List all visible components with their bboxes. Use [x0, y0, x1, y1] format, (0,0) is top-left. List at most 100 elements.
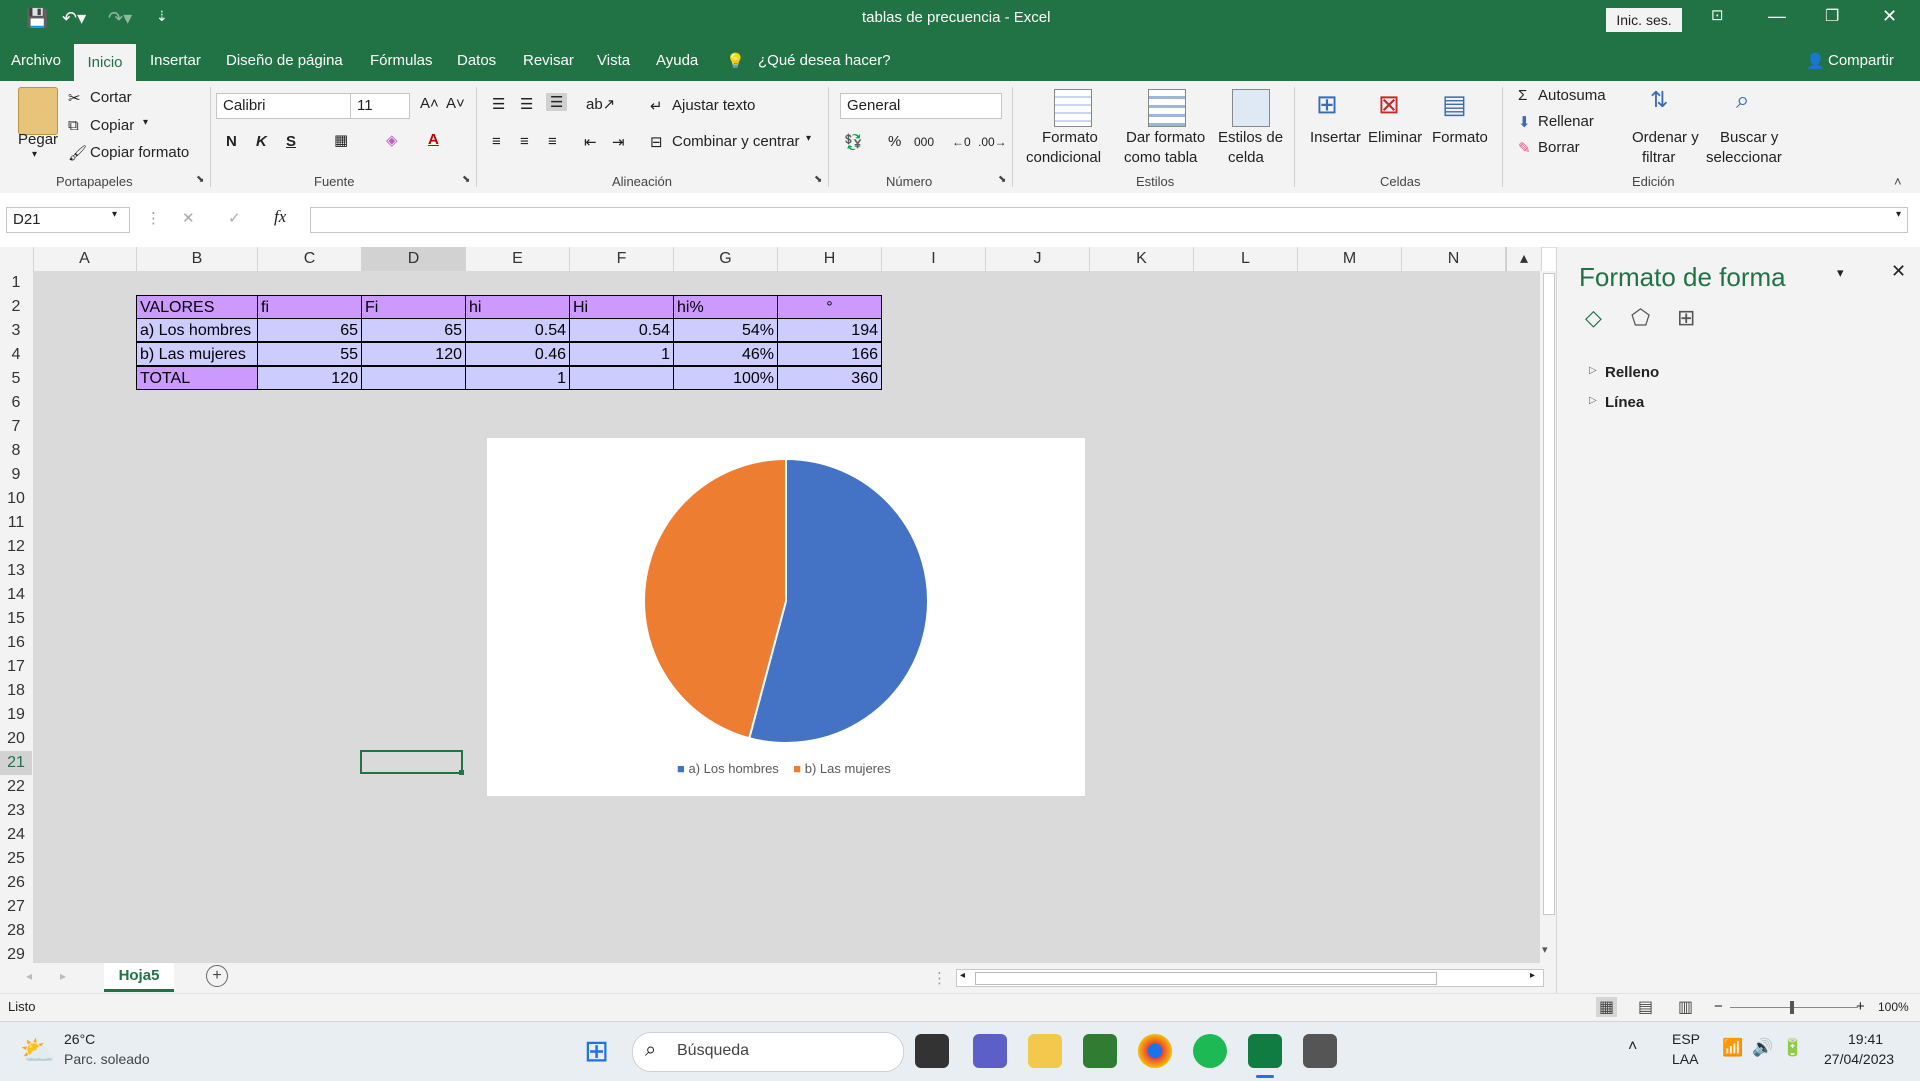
- wrap-text-icon[interactable]: ↵: [650, 97, 663, 115]
- copy-button[interactable]: Copiar: [90, 117, 134, 134]
- format-as-table-label-2[interactable]: como tabla: [1124, 149, 1197, 166]
- tray-overflow-icon[interactable]: ˄: [1628, 1038, 1637, 1056]
- select-all-corner[interactable]: [0, 247, 34, 271]
- font-name-select[interactable]: Calibri: [216, 93, 352, 119]
- cell-styles-icon[interactable]: [1232, 89, 1270, 127]
- close-button[interactable]: ✕: [1882, 6, 1897, 27]
- save-icon[interactable]: 💾: [26, 8, 48, 29]
- conditional-format-label-2[interactable]: condicional: [1026, 149, 1101, 166]
- taskbar-search[interactable]: ⌕ Búsqueda: [632, 1032, 904, 1072]
- column-header-l[interactable]: L: [1194, 247, 1298, 271]
- expand-formula-bar-icon[interactable]: ▾: [1896, 209, 1901, 220]
- sheet-next-icon[interactable]: ▸: [60, 969, 66, 983]
- copy-dropdown-icon[interactable]: ▾: [143, 117, 148, 128]
- volume-icon[interactable]: 🔊: [1752, 1038, 1773, 1058]
- redo-icon[interactable]: ↷▾: [108, 8, 132, 29]
- zoom-slider-track[interactable]: [1730, 1007, 1858, 1008]
- page-break-icon[interactable]: ▥: [1678, 997, 1693, 1017]
- row-header-4[interactable]: 4: [0, 343, 32, 367]
- paste-dropdown-icon[interactable]: ▾: [32, 149, 37, 160]
- font-size-select[interactable]: 11: [350, 93, 410, 119]
- find-select-label-2[interactable]: seleccionar: [1706, 149, 1782, 166]
- align-left-icon[interactable]: ≡: [492, 133, 501, 150]
- expand-line-icon[interactable]: ▷: [1589, 395, 1597, 406]
- delete-cells-icon[interactable]: ⊠: [1378, 89, 1400, 120]
- vertical-scrollbar[interactable]: ▾: [1540, 271, 1556, 963]
- align-bottom-icon[interactable]: ☰: [546, 93, 568, 111]
- clock-date[interactable]: 27/04/2023: [1824, 1051, 1894, 1067]
- insert-function-icon[interactable]: fx: [274, 207, 286, 227]
- cell-styles-label[interactable]: Estilos de: [1218, 129, 1283, 146]
- format-cells-button[interactable]: Formato: [1432, 129, 1488, 146]
- comma-style-button[interactable]: 000: [914, 135, 934, 149]
- chart-legend[interactable]: ■ a) Los hombres ■ b) Las mujeres: [677, 761, 891, 776]
- row-header-12[interactable]: 12: [0, 535, 32, 559]
- excel-taskbar-icon[interactable]: [1248, 1034, 1282, 1068]
- teams-chat-icon[interactable]: [973, 1034, 1007, 1068]
- merge-dropdown-icon[interactable]: ▾: [806, 133, 811, 144]
- delete-cells-button[interactable]: Eliminar: [1368, 129, 1422, 146]
- calculator-icon[interactable]: [1303, 1034, 1337, 1068]
- find-select-icon[interactable]: ⌕: [1736, 87, 1749, 115]
- name-box-dropdown-icon[interactable]: ▾: [112, 209, 117, 220]
- tab-archivo[interactable]: Archivo: [11, 52, 61, 69]
- orientation-icon[interactable]: ab↗: [586, 95, 615, 113]
- column-header-c[interactable]: C: [258, 247, 362, 271]
- increase-indent-icon[interactable]: ⇥: [612, 133, 625, 151]
- wrap-text-button[interactable]: Ajustar texto: [672, 97, 755, 114]
- row-header-22[interactable]: 22: [0, 775, 32, 799]
- restore-button[interactable]: ❐: [1825, 6, 1839, 26]
- confirm-entry-icon[interactable]: ✓: [228, 209, 241, 227]
- fill-section[interactable]: Relleno: [1605, 364, 1659, 381]
- row-header-5[interactable]: 5: [0, 367, 32, 391]
- row-header-23[interactable]: 23: [0, 799, 32, 823]
- zoom-out-button[interactable]: −: [1714, 998, 1723, 1015]
- minimize-button[interactable]: —: [1768, 6, 1786, 27]
- scissors-icon[interactable]: ✂: [68, 89, 81, 107]
- decrease-indent-icon[interactable]: ⇤: [584, 133, 597, 151]
- tab-vista[interactable]: Vista: [597, 52, 630, 69]
- column-header-b[interactable]: B: [137, 247, 258, 271]
- clock-time[interactable]: 19:41: [1848, 1031, 1883, 1047]
- ribbon-display-icon[interactable]: ⊡: [1711, 6, 1724, 24]
- horizontal-scroll-thumb[interactable]: [975, 972, 1437, 985]
- paste-button[interactable]: Pegar: [18, 131, 58, 148]
- share-button[interactable]: Compartir: [1828, 52, 1894, 69]
- row-header-24[interactable]: 24: [0, 823, 32, 847]
- insert-cells-icon[interactable]: ⊞: [1316, 89, 1338, 120]
- italic-button[interactable]: K: [256, 133, 267, 150]
- autosum-button[interactable]: Autosuma: [1538, 87, 1606, 104]
- line-section[interactable]: Línea: [1605, 394, 1644, 411]
- column-header-n[interactable]: N: [1402, 247, 1506, 271]
- battery-icon[interactable]: 🔋: [1782, 1038, 1803, 1058]
- column-header-e[interactable]: E: [466, 247, 570, 271]
- file-explorer-icon[interactable]: [1028, 1034, 1062, 1068]
- conditional-format-label[interactable]: Formato: [1042, 129, 1098, 146]
- align-right-icon[interactable]: ≡: [548, 133, 557, 150]
- increase-decimal-icon[interactable]: ←0: [952, 135, 971, 149]
- copy-icon[interactable]: ⧉: [68, 117, 79, 134]
- row-header-20[interactable]: 20: [0, 727, 32, 751]
- row-header-9[interactable]: 9: [0, 463, 32, 487]
- format-as-table-label[interactable]: Dar formato: [1126, 129, 1205, 146]
- weather-desc[interactable]: Parc. soleado: [64, 1051, 150, 1067]
- pane-close-icon[interactable]: ✕: [1891, 261, 1906, 282]
- paste-icon[interactable]: [18, 87, 58, 135]
- spotify-icon[interactable]: [1193, 1034, 1227, 1068]
- insert-cells-button[interactable]: Insertar: [1310, 129, 1361, 146]
- column-header-f[interactable]: F: [570, 247, 674, 271]
- formula-input[interactable]: [310, 207, 1908, 233]
- pane-options-icon[interactable]: ▾: [1837, 265, 1844, 281]
- horizontal-scrollbar[interactable]: ◂ ▸: [956, 969, 1544, 987]
- font-color-icon[interactable]: A: [428, 131, 439, 148]
- sort-filter-label[interactable]: Ordenar y: [1632, 129, 1699, 146]
- row-header-27[interactable]: 27: [0, 895, 32, 919]
- page-layout-icon[interactable]: ▤: [1638, 997, 1653, 1017]
- alignment-launcher-icon[interactable]: ⬊: [814, 174, 822, 185]
- collapse-ribbon-icon[interactable]: ˄: [1894, 174, 1902, 189]
- effects-icon[interactable]: ⬠: [1631, 305, 1650, 331]
- font-launcher-icon[interactable]: ⬊: [462, 174, 470, 185]
- conditional-format-icon[interactable]: [1054, 89, 1092, 127]
- cell-styles-label-2[interactable]: celda: [1228, 149, 1264, 166]
- zoom-in-button[interactable]: +: [1856, 998, 1865, 1015]
